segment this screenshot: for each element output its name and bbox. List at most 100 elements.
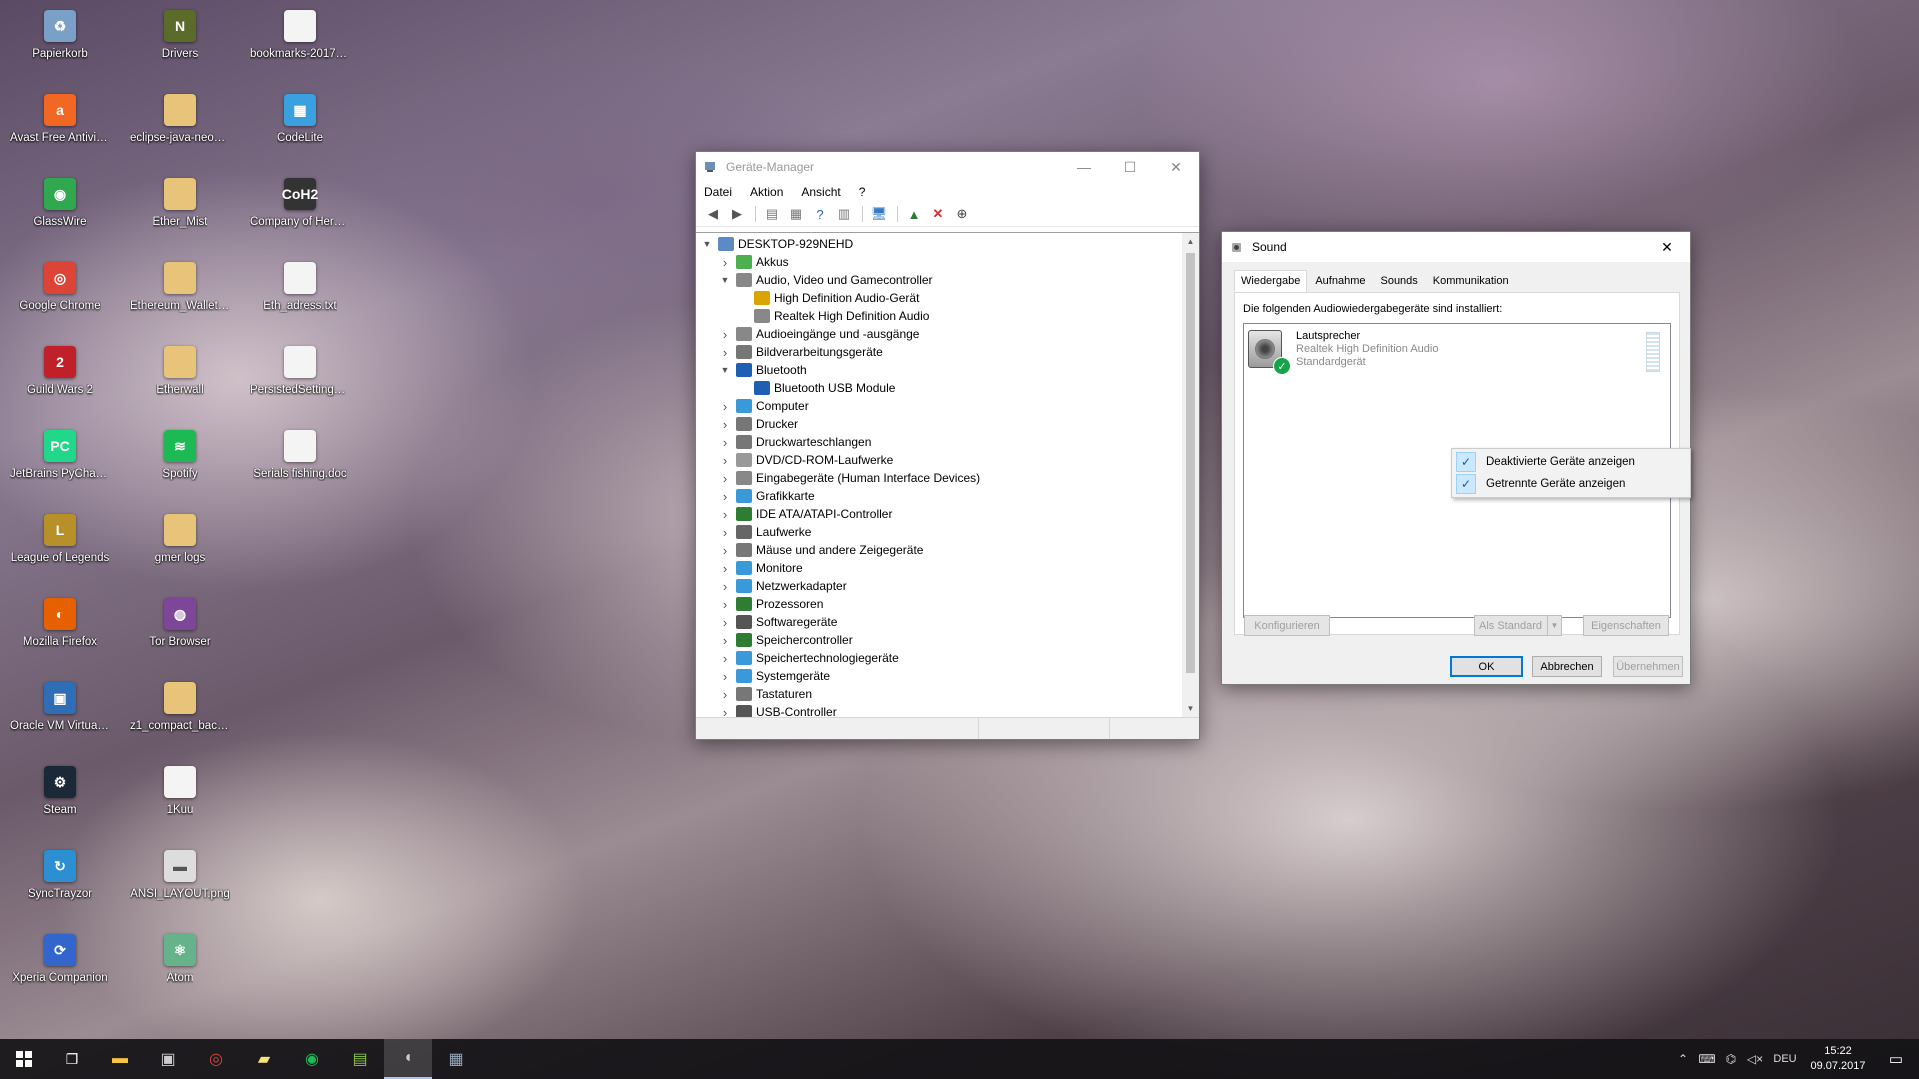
terminal-icon[interactable]: ▣ [144, 1039, 192, 1079]
chevron-down-icon[interactable]: ▼ [718, 365, 732, 375]
chevron-right-icon[interactable]: › [718, 651, 732, 666]
chevron-right-icon[interactable]: › [718, 579, 732, 594]
spotify-icon[interactable]: ◉ [288, 1039, 336, 1079]
chevron-right-icon[interactable]: › [718, 633, 732, 648]
chevron-right-icon[interactable]: › [718, 489, 732, 504]
notepad-plus-icon[interactable]: ▤ [336, 1039, 384, 1079]
desktop-icon[interactable]: Serials fishing.doc [250, 424, 350, 502]
device-manager-task-icon[interactable]: ▦ [432, 1039, 480, 1079]
sticky-notes-icon[interactable]: ▰ [240, 1039, 288, 1079]
tree-item[interactable]: › Softwaregeräte [696, 613, 1199, 631]
configure-button[interactable]: Konfigurieren [1244, 615, 1330, 636]
language-indicator[interactable]: DEU [1767, 1053, 1803, 1065]
chevron-right-icon[interactable]: › [718, 669, 732, 684]
tree-item[interactable]: › Laufwerke [696, 523, 1199, 541]
close-button[interactable]: ✕ [1644, 232, 1690, 262]
desktop-icon[interactable]: gmer logs [130, 508, 230, 586]
scroll-up-icon[interactable]: ▲ [1182, 233, 1199, 250]
clock[interactable]: 15:22 09.07.2017 [1803, 1044, 1873, 1074]
chevron-right-icon[interactable]: › [718, 525, 732, 540]
tree-item[interactable]: › USB-Controller [696, 703, 1199, 717]
tab-aufnahme[interactable]: Aufnahme [1308, 270, 1372, 292]
desktop-icon[interactable]: CoH2 Company of Heroes 2 [250, 172, 350, 250]
chevron-down-icon[interactable]: ▼ [718, 275, 732, 285]
chevron-down-icon[interactable]: ▼ [1547, 616, 1561, 635]
desktop-icon[interactable]: ♻ Papierkorb [10, 4, 110, 82]
desktop-icon[interactable]: ◍ Tor Browser [130, 592, 230, 670]
desktop-icon[interactable]: 2 Guild Wars 2 [10, 340, 110, 418]
uninstall-device-icon[interactable]: ✕ [927, 204, 949, 224]
desktop-icon[interactable]: L League of Legends [10, 508, 110, 586]
tree-item[interactable]: › Eingabegeräte (Human Interface Devices) [696, 469, 1199, 487]
desktop-icon[interactable]: ◎ Google Chrome [10, 256, 110, 334]
desktop-icon[interactable]: a Avast Free Antivirus [10, 88, 110, 166]
menu-datei[interactable]: Datei [704, 185, 732, 199]
tab-sounds[interactable]: Sounds [1373, 270, 1424, 292]
chevron-right-icon[interactable]: › [718, 543, 732, 558]
desktop-icon[interactable]: ⚙ Steam [10, 760, 110, 838]
show-hide-console-tree-icon[interactable]: ▤ [761, 204, 783, 224]
chevron-right-icon[interactable]: › [718, 435, 732, 450]
desktop-icon[interactable]: ◉ GlassWire [10, 172, 110, 250]
chevron-right-icon[interactable]: › [718, 561, 732, 576]
tree-item[interactable]: › Tastaturen [696, 685, 1199, 703]
device-manager-titlebar[interactable]: Geräte-Manager — ☐ ✕ [696, 152, 1199, 182]
tree-item[interactable]: › Druckwarteschlangen [696, 433, 1199, 451]
chevron-right-icon[interactable]: › [718, 687, 732, 702]
download-icon[interactable]: ⊕ [951, 204, 973, 224]
tree-item[interactable]: Bluetooth USB Module [696, 379, 1199, 397]
desktop-icon[interactable]: PersistedSettings.json [250, 340, 350, 418]
desktop-icon[interactable]: ▬ ANSI_LAYOUT.png [130, 844, 230, 922]
tree-item[interactable]: › IDE ATA/ATAPI-Controller [696, 505, 1199, 523]
chevron-right-icon[interactable]: › [718, 327, 732, 342]
desktop-icon[interactable]: ⟳ Xperia Companion [10, 928, 110, 1006]
chevron-right-icon[interactable]: › [718, 399, 732, 414]
chevron-right-icon[interactable]: › [718, 705, 732, 718]
desktop-icon[interactable]: ▣ Oracle VM VirtualBox [10, 676, 110, 754]
close-button[interactable]: ✕ [1153, 152, 1199, 182]
menu-aktion[interactable]: Aktion [750, 185, 783, 199]
scrollbar-thumb[interactable] [1186, 253, 1195, 673]
desktop-icon[interactable]: ↻ SyncTrayzor [10, 844, 110, 922]
file-explorer-icon[interactable]: ▬ [96, 1039, 144, 1079]
desktop-icon[interactable]: ◐ Mozilla Firefox [10, 592, 110, 670]
desktop-icon[interactable]: Etherwall [130, 340, 230, 418]
tree-item[interactable]: › Speichercontroller [696, 631, 1199, 649]
chevron-right-icon[interactable]: › [718, 453, 732, 468]
chevron-right-icon[interactable]: › [718, 255, 732, 270]
desktop-icon[interactable]: z1_compact_backup [130, 676, 230, 754]
properties-icon[interactable]: ▦ [785, 204, 807, 224]
desktop-icon[interactable]: N Drivers [130, 4, 230, 82]
tree-item[interactable]: › Drucker [696, 415, 1199, 433]
properties-button[interactable]: Eigenschaften [1583, 615, 1669, 636]
chevron-right-icon[interactable]: › [718, 507, 732, 522]
desktop-icon[interactable]: PC JetBrains PyCharm Community Editi... [10, 424, 110, 502]
chrome-icon[interactable]: ◎ [192, 1039, 240, 1079]
desktop-icon[interactable]: 1Kuu [130, 760, 230, 838]
tree-item[interactable]: › DVD/CD-ROM-Laufwerke [696, 451, 1199, 469]
tree-item[interactable]: Realtek High Definition Audio [696, 307, 1199, 325]
tab-wiedergabe[interactable]: Wiedergabe [1234, 270, 1308, 292]
desktop-icon[interactable]: ⚛ Atom [130, 928, 230, 1006]
task-view-icon[interactable]: ❐ [48, 1039, 96, 1079]
menu-item-show-disabled[interactable]: ✓ Deaktivierte Geräte anzeigen [1454, 451, 1688, 473]
help-icon[interactable]: ? [809, 204, 831, 224]
desktop-icon[interactable]: Ethereum_Wallet_0_... [130, 256, 230, 334]
desktop-icon[interactable]: bookmarks-2017-07... [250, 4, 350, 82]
chevron-down-icon[interactable]: ▼ [700, 239, 714, 249]
cancel-button[interactable]: Abbrechen [1532, 656, 1602, 677]
desktop-icon[interactable]: Eth_adress.txt [250, 256, 350, 334]
update-driver-icon[interactable]: ▲ [903, 204, 925, 224]
sound-titlebar[interactable]: Sound ✕ [1222, 232, 1690, 262]
tab-kommunikation[interactable]: Kommunikation [1426, 270, 1516, 292]
tree-item[interactable]: › Prozessoren [696, 595, 1199, 613]
maximize-button[interactable]: ☐ [1107, 152, 1153, 182]
tree-item[interactable]: ▼ Audio, Video und Gamecontroller [696, 271, 1199, 289]
device-item-lautsprecher[interactable]: ✓ Lautsprecher Realtek High Definition A… [1248, 330, 1438, 375]
scan-hardware-icon[interactable]: 🖥 [868, 204, 890, 224]
chevron-right-icon[interactable]: › [718, 615, 732, 630]
tree-item[interactable]: › Audioeingänge und -ausgänge [696, 325, 1199, 343]
scroll-down-icon[interactable]: ▼ [1182, 700, 1199, 717]
forward-arrow-icon[interactable]: ▶ [726, 204, 748, 224]
tree-item[interactable]: › Monitore [696, 559, 1199, 577]
